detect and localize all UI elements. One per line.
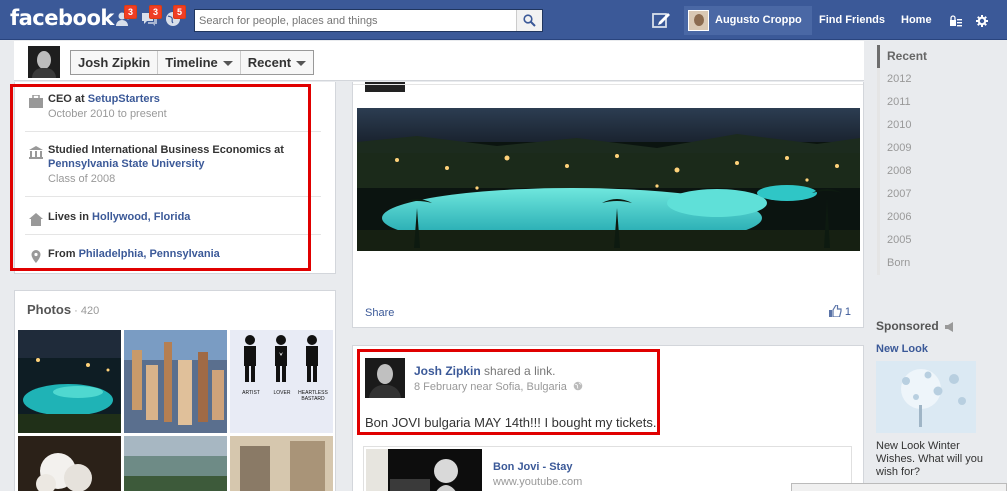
megaphone-icon — [945, 322, 954, 332]
sponsored-label: Sponsored — [876, 319, 939, 333]
year-nav-2008[interactable]: 2008 — [877, 160, 997, 183]
sponsored-heading: Sponsored — [876, 319, 956, 333]
settings-gear-icon[interactable] — [976, 15, 988, 30]
thumbs-up-icon — [828, 304, 842, 318]
figure-label-artist: ARTIST — [242, 390, 260, 396]
search-input[interactable] — [195, 10, 515, 31]
photo-thumbnail-flowers[interactable] — [18, 436, 121, 491]
shared-link-thumbnail[interactable] — [366, 449, 482, 491]
recent-label: Recent — [247, 55, 292, 70]
compose-post-icon[interactable] — [651, 10, 671, 33]
like-count[interactable]: 1 — [828, 304, 851, 318]
photo-thumbnail-bay[interactable] — [124, 436, 227, 491]
photo-thumbnail-city[interactable] — [124, 330, 227, 433]
ad-title[interactable]: New Look — [876, 343, 928, 355]
messages-badge: 3 — [149, 5, 163, 19]
divider — [353, 84, 863, 85]
find-friends-link[interactable]: Find Friends — [819, 14, 885, 26]
timeline-label: Timeline — [165, 55, 218, 70]
figure-label-lover: LOVER — [273, 390, 291, 396]
year-nav-2012[interactable]: 2012 — [877, 68, 997, 91]
figure-label-heartless-bastard: HEARTLESS BASTARD — [298, 390, 328, 402]
year-nav-2010[interactable]: 2010 — [877, 114, 997, 137]
photo-thumbnail-figures[interactable]: ARTIST LOVER HEARTLESS BASTARD — [230, 330, 333, 433]
year-nav-2011[interactable]: 2011 — [877, 91, 997, 114]
year-nav-2009[interactable]: 2009 — [877, 137, 997, 160]
notifications-globe-icon[interactable]: 5 — [164, 5, 187, 28]
shared-link-card[interactable]: Bon Jovi - Stay www.youtube.com — [363, 446, 852, 491]
search-icon — [523, 14, 536, 27]
friend-requests-icon[interactable]: 3 — [115, 5, 138, 28]
profile-header-bar: Josh Zipkin Timeline Recent — [14, 41, 864, 81]
photos-title[interactable]: Photos — [27, 302, 71, 317]
year-nav-2006[interactable]: 2006 — [877, 206, 997, 229]
user-name: Augusto Croppo — [715, 14, 802, 26]
friend-requests-badge: 3 — [124, 5, 138, 19]
year-nav-recent[interactable]: Recent — [877, 45, 997, 68]
post-photo-pool-night[interactable] — [357, 108, 860, 251]
shared-link-title[interactable]: Bon Jovi - Stay — [493, 461, 572, 473]
recent-dropdown[interactable]: Recent — [241, 51, 313, 74]
chevron-down-icon — [296, 61, 307, 67]
ad-text: New Look Winter Wishes. What will you wi… — [876, 440, 983, 478]
chat-bar[interactable] — [791, 483, 1007, 491]
timeline-dropdown[interactable]: Timeline — [158, 51, 241, 74]
year-nav-2005[interactable]: 2005 — [877, 229, 997, 252]
year-nav-2007[interactable]: 2007 — [877, 183, 997, 206]
home-link[interactable]: Home — [901, 14, 932, 26]
profile-thumbnail[interactable] — [28, 46, 60, 78]
notifications-badge: 5 — [173, 5, 187, 19]
share-link[interactable]: Share — [365, 307, 394, 319]
photo-thumbnail-street[interactable] — [230, 436, 333, 491]
top-navigation-bar: facebook 3 3 5 Augusto Croppo Find Frien… — [0, 0, 1007, 40]
shared-link-url: www.youtube.com — [493, 476, 583, 488]
facebook-logo[interactable]: facebook — [10, 6, 114, 30]
photos-count: 420 — [80, 305, 100, 317]
breadcrumb: Josh Zipkin Timeline Recent — [70, 50, 315, 75]
privacy-shortcuts-icon[interactable] — [949, 15, 963, 30]
search-button[interactable] — [516, 10, 542, 31]
user-profile-link[interactable]: Augusto Croppo — [684, 6, 812, 35]
chevron-down-icon — [222, 61, 233, 67]
messages-icon[interactable]: 3 — [140, 5, 163, 28]
avatar — [688, 10, 709, 31]
photo-thumbnail-pool[interactable] — [18, 330, 121, 433]
breadcrumb-profile-name[interactable]: Josh Zipkin — [71, 51, 159, 74]
highlight-about-box — [10, 84, 311, 271]
search-box[interactable] — [194, 9, 543, 32]
photos-box: Photos · 420 ARTIST LOVER HEARTLESS BAST… — [14, 290, 336, 491]
highlight-post-header — [357, 349, 660, 435]
timeline-post-photo: Share 1 — [352, 82, 864, 328]
like-count-value: 1 — [844, 306, 851, 318]
year-nav-born[interactable]: Born — [877, 252, 997, 275]
ad-image[interactable] — [876, 361, 976, 433]
